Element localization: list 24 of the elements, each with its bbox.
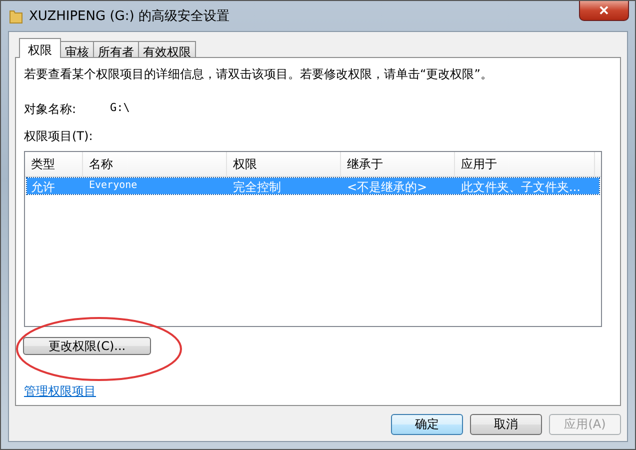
tab[interactable]: 所有者 bbox=[93, 41, 139, 58]
object-name-label: 对象名称: bbox=[24, 101, 78, 118]
tab[interactable]: 有效权限 bbox=[138, 41, 196, 58]
column-header[interactable]: 权限 bbox=[227, 152, 341, 176]
table-cell-text: <不是继承的> bbox=[346, 179, 428, 194]
tab[interactable]: 权限 bbox=[19, 38, 61, 58]
dialog-button[interactable]: 取消 bbox=[470, 414, 542, 435]
column-header[interactable]: 继承于 bbox=[341, 152, 455, 176]
table-cell-text: Everyone bbox=[88, 179, 138, 193]
folder-icon bbox=[9, 8, 23, 24]
change-permissions-button[interactable]: 更改权限(C)... bbox=[23, 337, 151, 355]
dialog-button[interactable]: 确定 bbox=[391, 414, 463, 435]
close-button[interactable]: ✕ bbox=[579, 1, 629, 21]
table-cell-text: 此文件夹、子文件夹... bbox=[460, 179, 582, 194]
permission-entries-label: 权限项目(T): bbox=[24, 128, 93, 145]
column-header[interactable]: 名称 bbox=[83, 152, 227, 176]
manage-entries-link[interactable]: 管理权限项目 bbox=[24, 383, 96, 400]
table-cell-text: 完全控制 bbox=[232, 179, 282, 194]
window-title: XUZHIPENG (G:) 的高级安全设置 bbox=[29, 8, 230, 25]
column-header[interactable]: 应用于 bbox=[455, 152, 595, 176]
column-header[interactable]: 类型 bbox=[25, 152, 83, 176]
object-name-value: G:\ bbox=[110, 101, 130, 116]
table-cell-text: 允许 bbox=[30, 179, 56, 194]
instructions-text: 若要查看某个权限项目的详细信息，请双击该项目。若要修改权限，请单击“更改权限”。 bbox=[24, 66, 492, 83]
